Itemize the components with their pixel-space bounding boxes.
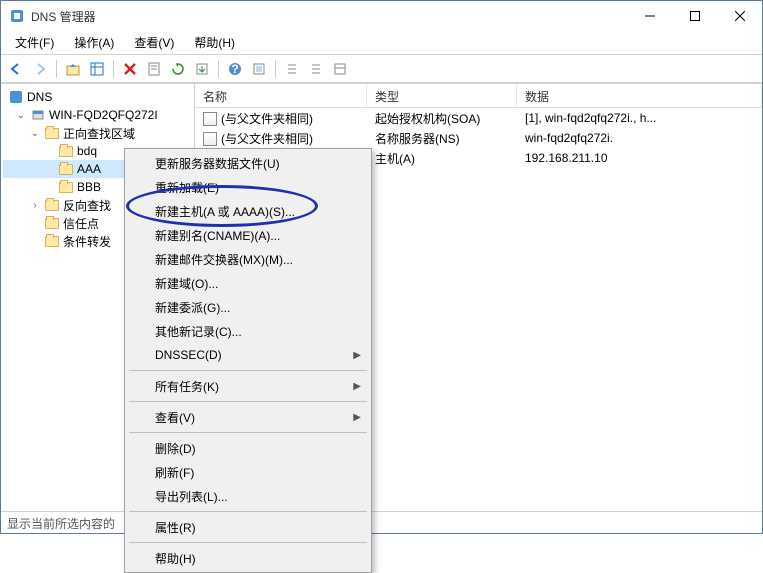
cm-view[interactable]: 查看(V)▶ [127, 405, 369, 429]
dns-manager-window: DNS 管理器 文件(F) 操作(A) 查看(V) 帮助(H) ? [0, 0, 763, 534]
column-type[interactable]: 类型 [367, 84, 517, 107]
forward-button[interactable] [29, 58, 51, 80]
menubar: 文件(F) 操作(A) 查看(V) 帮助(H) [1, 31, 762, 55]
cm-other-records[interactable]: 其他新记录(C)... [127, 319, 369, 343]
maximize-button[interactable] [672, 1, 717, 31]
cell-data: win-fqd2qfq272i. [517, 129, 762, 147]
tree-label: BBB [77, 180, 101, 194]
expand-icon[interactable]: › [29, 200, 41, 211]
tool-icon-2[interactable] [281, 58, 303, 80]
delete-icon[interactable] [119, 58, 141, 80]
tool-icon-1[interactable] [248, 58, 270, 80]
cm-dnssec[interactable]: DNSSEC(D)▶ [127, 343, 369, 367]
statusbar: 显示当前所选内容的 [1, 511, 762, 533]
titlebar: DNS 管理器 [1, 1, 762, 31]
content-area: DNS ⌄ WIN-FQD2QFQ272I ⌄ 正向查找区域 bdq AAA [1, 83, 762, 511]
cm-update-server-file[interactable]: 更新服务器数据文件(U) [127, 151, 369, 175]
status-text: 显示当前所选内容的 [7, 517, 115, 531]
collapse-icon[interactable]: ⌄ [29, 128, 41, 139]
tree-server[interactable]: ⌄ WIN-FQD2QFQ272I [3, 106, 192, 124]
cm-properties[interactable]: 属性(R) [127, 515, 369, 539]
menu-action[interactable]: 操作(A) [64, 31, 124, 54]
app-icon [9, 8, 25, 24]
submenu-arrow-icon: ▶ [353, 350, 361, 361]
folder-icon [44, 215, 60, 231]
cell-data: [1], win-fqd2qfq272i., h... [517, 109, 762, 127]
column-data[interactable]: 数据 [517, 84, 762, 107]
server-icon [30, 107, 46, 123]
list-row[interactable]: (与父文件夹相同) 名称服务器(NS) win-fqd2qfq272i. [195, 128, 762, 148]
properties-icon[interactable] [143, 58, 165, 80]
folder-icon [44, 233, 60, 249]
cm-all-tasks[interactable]: 所有任务(K)▶ [127, 374, 369, 398]
cm-new-domain[interactable]: 新建域(O)... [127, 271, 369, 295]
tool-icon-4[interactable] [329, 58, 351, 80]
back-button[interactable] [5, 58, 27, 80]
folder-icon [44, 125, 60, 141]
menu-help[interactable]: 帮助(H) [184, 31, 245, 54]
tree-label: 反向查找 [63, 197, 111, 214]
folder-icon [58, 161, 74, 177]
tool-icon-3[interactable] [305, 58, 327, 80]
submenu-arrow-icon: ▶ [353, 381, 361, 392]
menu-file[interactable]: 文件(F) [5, 31, 64, 54]
record-icon [203, 132, 217, 146]
window-title: DNS 管理器 [31, 8, 627, 25]
separator [129, 542, 367, 543]
folder-icon [58, 143, 74, 159]
tree-label: bdq [77, 144, 97, 158]
list-row[interactable]: (与父文件夹相同) 起始授权机构(SOA) [1], win-fqd2qfq27… [195, 108, 762, 128]
up-button[interactable] [62, 58, 84, 80]
tree-label: 正向查找区域 [63, 125, 135, 142]
column-name[interactable]: 名称 [195, 84, 367, 107]
context-menu: 更新服务器数据文件(U) 重新加载(E) 新建主机(A 或 AAAA)(S)..… [124, 148, 372, 573]
cell-type: 名称服务器(NS) [367, 128, 517, 149]
cell-type: 主机(A) [367, 148, 517, 169]
separator [129, 511, 367, 512]
cell-name: (与父文件夹相同) [221, 132, 313, 146]
cell-type: 起始授权机构(SOA) [367, 108, 517, 129]
cell-name: (与父文件夹相同) [221, 112, 313, 126]
folder-icon [58, 179, 74, 195]
view-toggle-button[interactable] [86, 58, 108, 80]
separator [129, 432, 367, 433]
cm-reload[interactable]: 重新加载(E) [127, 175, 369, 199]
tree-label: 条件转发 [63, 233, 111, 250]
separator [129, 401, 367, 402]
cm-new-cname[interactable]: 新建别名(CNAME)(A)... [127, 223, 369, 247]
cm-new-delegation[interactable]: 新建委派(G)... [127, 295, 369, 319]
tree-forward-zones[interactable]: ⌄ 正向查找区域 [3, 124, 192, 142]
help-icon[interactable]: ? [224, 58, 246, 80]
menu-view[interactable]: 查看(V) [124, 31, 184, 54]
svg-text:?: ? [231, 62, 238, 76]
tree-label: DNS [27, 90, 52, 104]
cm-delete[interactable]: 删除(D) [127, 436, 369, 460]
cell-data: 192.168.211.10 [517, 149, 762, 167]
list-header: 名称 类型 数据 [195, 84, 762, 108]
tree-label: 信任点 [63, 215, 99, 232]
folder-icon [44, 197, 60, 213]
close-button[interactable] [717, 1, 762, 31]
toolbar: ? [1, 55, 762, 83]
separator [129, 370, 367, 371]
tree-root-dns[interactable]: DNS [3, 88, 192, 106]
collapse-icon[interactable]: ⌄ [15, 110, 27, 121]
cm-help[interactable]: 帮助(H) [127, 546, 369, 570]
minimize-button[interactable] [627, 1, 672, 31]
dns-icon [8, 89, 24, 105]
tree-label: AAA [77, 162, 101, 176]
tree-label: WIN-FQD2QFQ272I [49, 108, 158, 122]
cm-export-list[interactable]: 导出列表(L)... [127, 484, 369, 508]
cm-refresh[interactable]: 刷新(F) [127, 460, 369, 484]
cm-new-mx[interactable]: 新建邮件交换器(MX)(M)... [127, 247, 369, 271]
record-icon [203, 112, 217, 126]
export-icon[interactable] [191, 58, 213, 80]
submenu-arrow-icon: ▶ [353, 412, 361, 423]
refresh-icon[interactable] [167, 58, 189, 80]
cm-new-host[interactable]: 新建主机(A 或 AAAA)(S)... [127, 199, 369, 223]
